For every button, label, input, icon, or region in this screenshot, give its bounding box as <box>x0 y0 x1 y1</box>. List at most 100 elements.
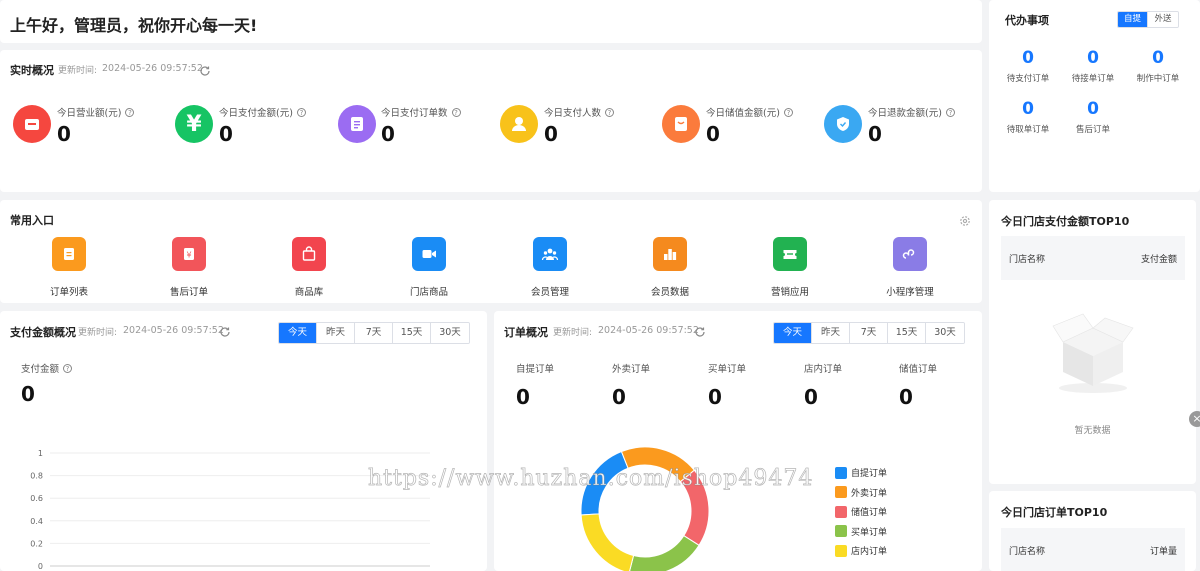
y-tick-label: 0.2 <box>30 539 43 548</box>
order-type-takeout: 外卖订单 0 <box>612 364 651 409</box>
todo-pending-payment[interactable]: 0 待支付订单 <box>993 48 1063 84</box>
payment-update-time: 2024-05-26 09:57:52 <box>123 325 224 336</box>
tab-today[interactable]: 今天 <box>279 323 317 343</box>
legend-swatch <box>835 466 847 479</box>
todo-pending-accept[interactable]: 0 待接单订单 <box>1058 48 1128 84</box>
donut-slice[interactable] <box>580 513 635 571</box>
shortcut-store-products[interactable]: 门店商品 <box>389 237 469 298</box>
tab-today[interactable]: 今天 <box>774 323 812 343</box>
members-icon <box>533 237 567 271</box>
todo-delivery-toggle: 自提 外送 <box>1117 11 1179 28</box>
todo-card: 代办事项 自提 外送 0 待支付订单 0 待接单订单 0 制作中订单 0 待取单订单 0… <box>989 0 1200 192</box>
tab-30days[interactable]: 30天 <box>926 323 964 343</box>
shortcut-marketing[interactable]: 营销应用 <box>750 237 830 298</box>
tab-15days[interactable]: 15天 <box>393 323 431 343</box>
legend-label: 店内订单 <box>851 547 888 557</box>
video-icon <box>412 237 446 271</box>
legend-label: 外卖订单 <box>851 488 888 499</box>
store-order-top-title: 今日门店订单TOP10 <box>1001 506 1108 519</box>
shortcut-order-list[interactable]: 订单列表 <box>29 237 109 298</box>
donut-slice[interactable] <box>620 446 696 483</box>
stat-value-refund: 0 <box>868 122 882 146</box>
shortcut-member-data[interactable]: 会员数据 <box>630 237 710 298</box>
help-icon[interactable]: ? <box>63 364 73 373</box>
refresh-icon[interactable] <box>694 323 706 342</box>
shortcuts-title: 常用入口 <box>10 214 54 227</box>
document-icon <box>338 105 376 143</box>
legend-item[interactable]: 自提订单 <box>835 466 887 479</box>
col-store-name: 门店名称 <box>1009 547 1046 557</box>
payment-metric-value: 0 <box>21 382 35 406</box>
tab-15days[interactable]: 15天 <box>888 323 926 343</box>
realtime-card: 实时概况 更新时间: 2024-05-26 09:57:52 今日营业额(元)?… <box>0 50 982 192</box>
tab-7days[interactable]: 7天 <box>850 323 888 343</box>
y-tick-label: 0.8 <box>30 472 43 481</box>
order-list-icon <box>52 237 86 271</box>
todo-after-sale[interactable]: 0 售后订单 <box>1058 99 1128 135</box>
col-store-name: 门店名称 <box>1009 255 1046 265</box>
y-tick-label: 0.4 <box>30 517 43 526</box>
todo-in-progress[interactable]: 0 制作中订单 <box>1123 48 1193 84</box>
help-icon[interactable]: ? <box>296 108 306 117</box>
y-tick-label: 0.6 <box>30 494 43 503</box>
orders-title: 订单概况 <box>504 326 548 339</box>
refresh-icon[interactable] <box>219 323 231 342</box>
toggle-delivery[interactable]: 外送 <box>1148 12 1178 27</box>
settings-gear-icon[interactable] <box>959 212 971 231</box>
realtime-title: 实时概况 <box>10 64 54 77</box>
todo-pending-pickup[interactable]: 0 待取单订单 <box>993 99 1063 135</box>
order-type-dine-in: 店内订单 0 <box>804 364 843 409</box>
user-icon <box>500 105 538 143</box>
legend-label: 自提订单 <box>851 469 888 479</box>
help-icon[interactable]: ? <box>945 108 955 117</box>
stat-value-paid-amount: 0 <box>219 122 233 146</box>
order-donut-chart <box>580 446 710 571</box>
shopping-bag-icon <box>292 237 326 271</box>
col-pay-amount: 支付金额 <box>1140 255 1177 265</box>
donut-slice[interactable] <box>580 450 629 516</box>
shortcuts-card: 常用入口 订单列表 ¥ 售后订单 商品库 门店商品 会员管理 会员数据 营销应用… <box>0 200 982 303</box>
shortcut-product-library[interactable]: 商品库 <box>269 237 349 298</box>
donut-slice[interactable] <box>679 469 710 546</box>
y-tick-label: 0 <box>38 562 43 571</box>
shield-icon <box>824 105 862 143</box>
legend-swatch <box>835 525 847 537</box>
shortcut-miniprogram[interactable]: 小程序管理 <box>870 237 950 298</box>
legend-item[interactable]: 储值订单 <box>835 505 887 518</box>
legend-item[interactable]: 店内订单 <box>835 544 887 557</box>
help-icon[interactable]: ? <box>605 108 615 117</box>
stat-label-refund: 今日退款金额(元)? <box>868 105 955 119</box>
shortcut-after-sale[interactable]: ¥ 售后订单 <box>149 237 229 298</box>
refresh-icon[interactable] <box>199 62 211 81</box>
orders-update-prefix: 更新时间: <box>553 328 593 338</box>
y-tick-label: 1 <box>38 449 43 458</box>
help-icon[interactable]: ? <box>451 108 461 117</box>
realtime-update-prefix: 更新时间: <box>58 66 98 76</box>
legend-item[interactable]: 买单订单 <box>835 525 887 538</box>
donut-slice[interactable] <box>629 534 700 571</box>
tab-yesterday[interactable]: 昨天 <box>317 323 355 343</box>
shortcut-member-management[interactable]: 会员管理 <box>510 237 590 298</box>
help-icon[interactable]: ? <box>783 108 793 117</box>
side-close-button[interactable]: × <box>1189 411 1200 427</box>
toggle-pickup[interactable]: 自提 <box>1118 12 1148 27</box>
stat-label-paid-amount: 今日支付金额(元)? <box>219 105 306 119</box>
store-pay-top-card: 今日门店支付金额TOP10 门店名称 支付金额 暂无数据 <box>989 200 1196 484</box>
store-pay-top-title: 今日门店支付金额TOP10 <box>1001 215 1130 228</box>
col-order-count: 订单量 <box>1149 547 1177 557</box>
wallet-icon <box>662 105 700 143</box>
legend-label: 买单订单 <box>851 527 888 538</box>
tab-yesterday[interactable]: 昨天 <box>812 323 850 343</box>
order-type-stored-value: 储值订单 0 <box>899 364 938 409</box>
stat-label-stored-value: 今日储值金额(元)? <box>706 105 793 119</box>
ticket-icon <box>773 237 807 271</box>
stat-value-revenue: 0 <box>57 122 71 146</box>
greeting-text: 上午好，管理员，祝你开心每一天! <box>10 16 258 35</box>
legend-item[interactable]: 外卖订单 <box>835 486 887 499</box>
tab-7days[interactable]: 7天 <box>355 323 393 343</box>
store-order-top-card: 今日门店订单TOP10 门店名称 订单量 <box>989 491 1196 571</box>
help-icon[interactable]: ? <box>125 108 135 117</box>
legend-swatch <box>835 544 847 557</box>
stat-label-revenue: 今日营业额(元)? <box>57 105 135 119</box>
tab-30days[interactable]: 30天 <box>431 323 469 343</box>
